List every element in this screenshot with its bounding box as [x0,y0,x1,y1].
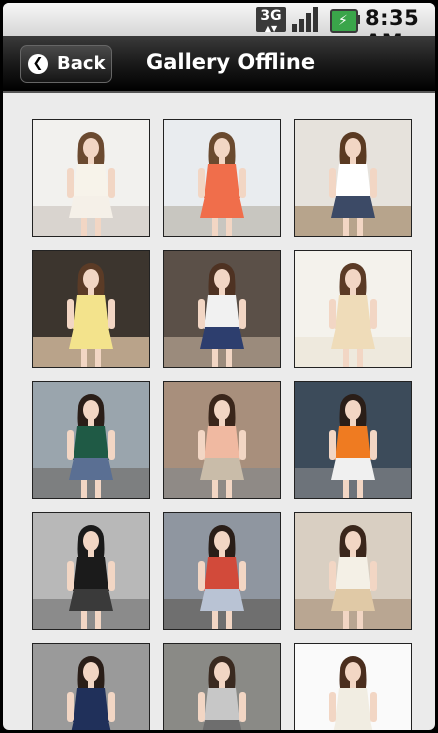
gallery-thumbnail[interactable] [294,643,412,730]
network-indicator: 3G ▲▼ [256,7,286,33]
gallery-thumbnail[interactable] [163,119,281,237]
app-window: 3G ▲▼ ⚡ 8:35 AM ❮ Back Gallery Offline [3,3,435,730]
data-arrows-icon: ▲▼ [264,24,278,33]
signal-icon [292,7,320,32]
gallery-thumbnail[interactable] [32,381,150,499]
page-title: Gallery Offline [146,50,316,74]
gallery-thumbnail[interactable] [294,250,412,368]
gallery-thumbnail[interactable] [163,512,281,630]
title-bar: ❮ Back Gallery Offline [3,36,435,93]
back-button[interactable]: ❮ Back [20,45,112,83]
gallery-thumbnail[interactable] [294,119,412,237]
gallery-thumbnail[interactable] [163,250,281,368]
gallery-thumbnail[interactable] [32,250,150,368]
gallery-thumbnail[interactable] [163,381,281,499]
clock-time: 8:35 [365,6,420,30]
status-bar: 3G ▲▼ ⚡ 8:35 AM [3,3,435,54]
back-button-label: Back [57,53,106,74]
back-arrow-icon: ❮ [28,54,48,74]
gallery-thumbnail[interactable] [294,512,412,630]
gallery-thumbnail[interactable] [163,643,281,730]
gallery-thumbnail[interactable] [32,119,150,237]
gallery-thumbnail[interactable] [294,381,412,499]
gallery-thumbnail[interactable] [32,512,150,630]
network-label: 3G [260,8,282,24]
gallery-thumbnail[interactable] [32,643,150,730]
battery-charging-icon: ⚡ [328,7,360,33]
